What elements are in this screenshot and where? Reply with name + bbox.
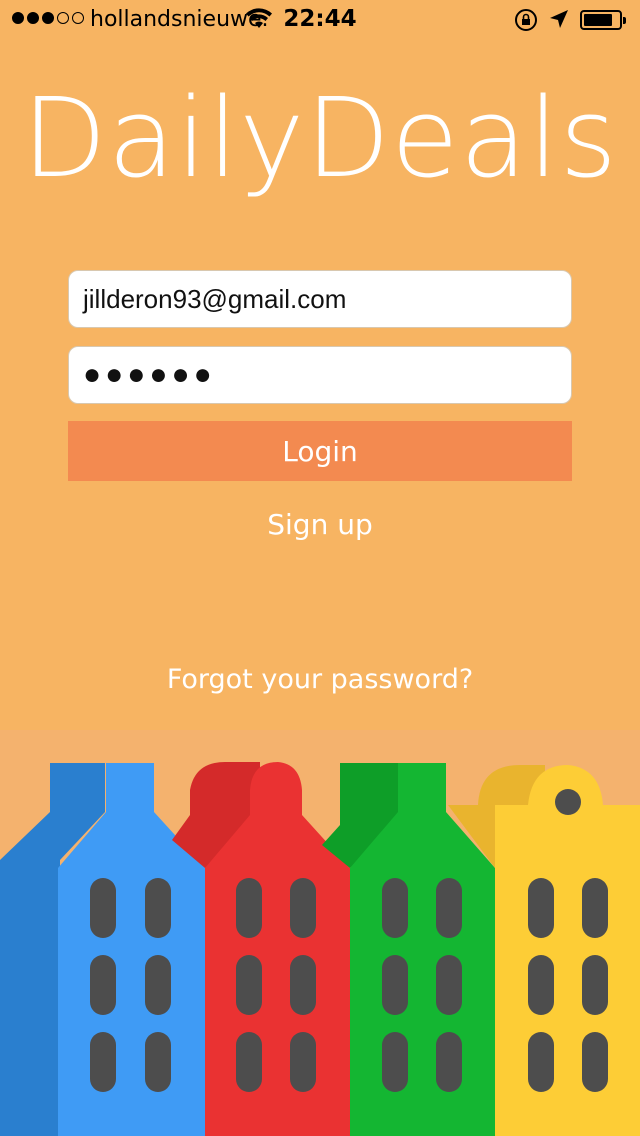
status-bar: hollandsnieuwe. 22:44 (0, 0, 640, 40)
forgot-password-link[interactable]: Forgot your password? (0, 664, 640, 695)
location-arrow-icon (550, 10, 568, 28)
email-value: jillderon93@gmail.com (83, 283, 347, 314)
password-value: ●●●●●● (83, 358, 216, 391)
app-title: DailyDeals (22, 74, 618, 202)
status-time: 22:44 (283, 6, 357, 32)
signup-link[interactable]: Sign up (0, 508, 640, 541)
password-field[interactable]: ●●●●●● (68, 346, 572, 404)
canal-houses-illustration (0, 730, 640, 1136)
email-field[interactable]: jillderon93@gmail.com (68, 270, 572, 328)
login-button-label: Login (282, 434, 358, 468)
login-button[interactable]: Login (68, 421, 572, 481)
yellow-house (495, 765, 640, 1136)
battery-icon (580, 10, 626, 30)
yellow-house-round-window (555, 789, 581, 815)
rotation-lock-icon (515, 9, 537, 31)
